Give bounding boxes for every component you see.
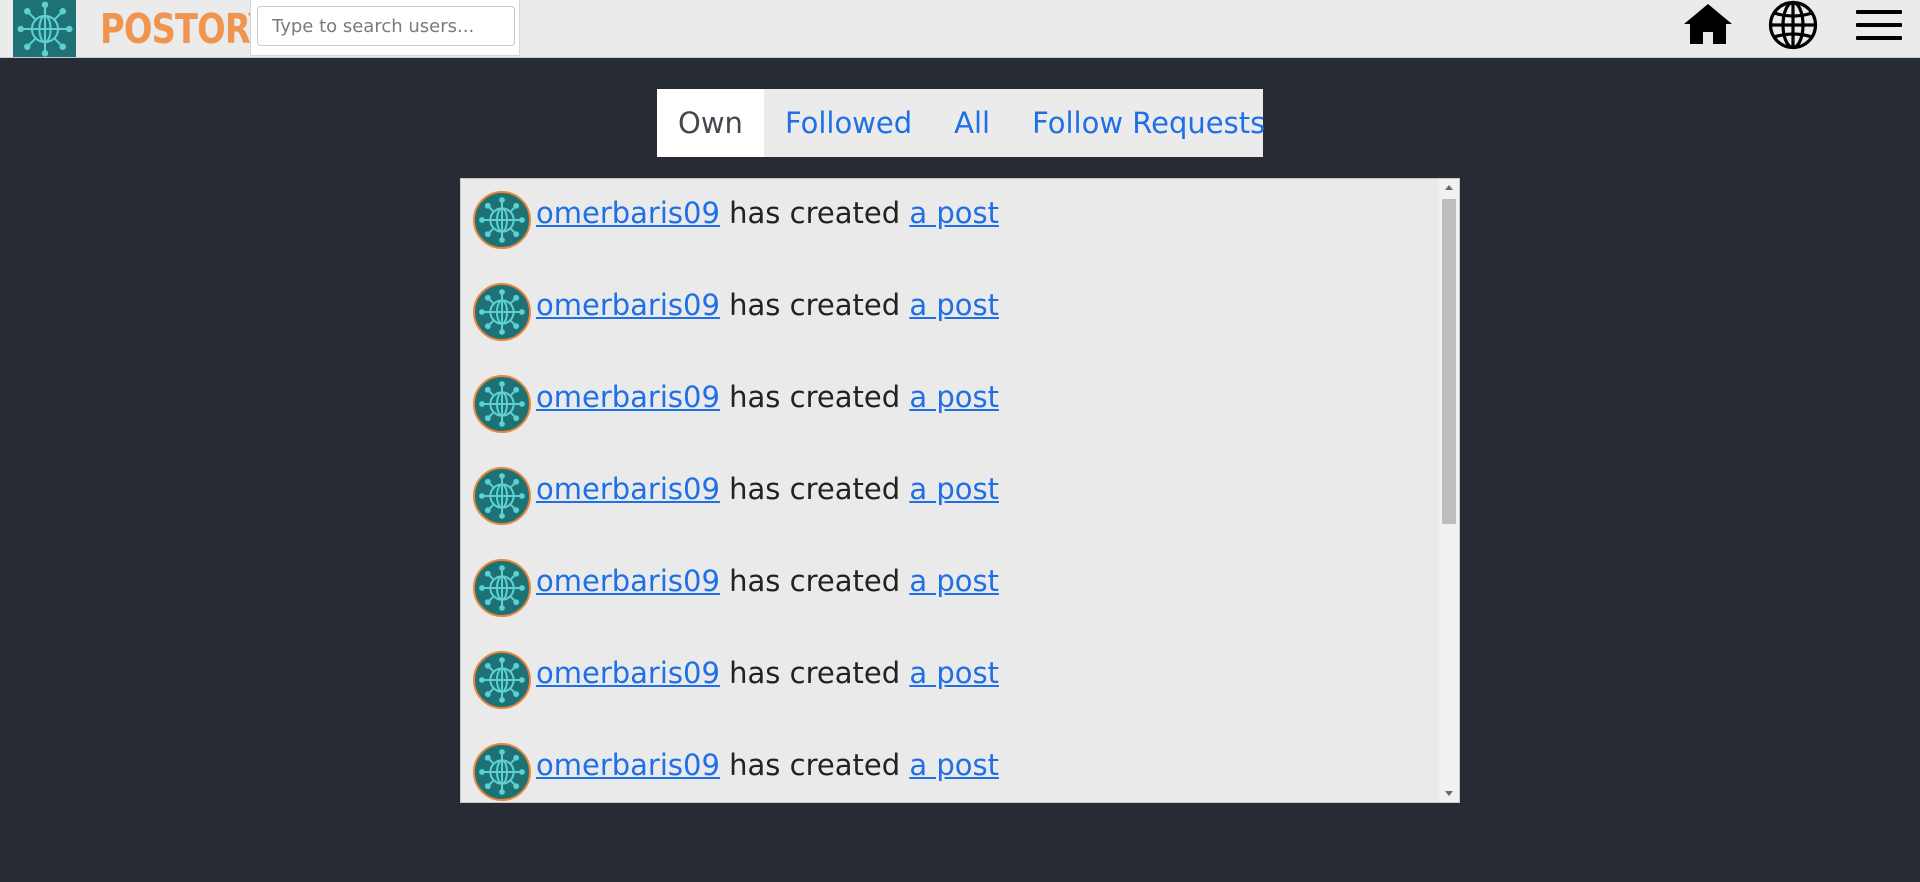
home-icon[interactable] [1680,0,1736,50]
feed-scrollbar[interactable] [1439,179,1459,802]
top-navbar: POSTORY [0,0,1920,58]
feed-item: omerbaris09 has created a post [461,639,1440,731]
tab-follow-requests[interactable]: Follow Requests [1011,89,1286,157]
action-text: has created [729,380,901,414]
post-link[interactable]: a post [909,748,999,782]
activity-feed: omerbaris09 has created a post omerbaris0… [460,178,1460,803]
username-link[interactable]: omerbaris09 [536,748,720,782]
username-link[interactable]: omerbaris09 [536,472,720,506]
tab-all[interactable]: All [933,89,1011,157]
avatar[interactable] [473,283,531,341]
action-text: has created [729,196,901,230]
feed-item-text: omerbaris09 has created a post [536,653,999,693]
username-link[interactable]: omerbaris09 [536,656,720,690]
menu-icon[interactable] [1852,0,1908,50]
feed-tabs: Own Followed All Follow Requests [657,89,1265,157]
post-link[interactable]: a post [909,472,999,506]
feed-list: omerbaris09 has created a post omerbaris0… [461,179,1440,802]
username-link[interactable]: omerbaris09 [536,380,720,414]
brand-name[interactable]: POSTORY [100,2,272,56]
feed-item: omerbaris09 has created a post [461,455,1440,547]
feed-item: omerbaris09 has created a post [461,271,1440,363]
action-text: has created [729,288,901,322]
feed-item-text: omerbaris09 has created a post [536,285,999,325]
avatar[interactable] [473,651,531,709]
feed-item-text: omerbaris09 has created a post [536,193,999,233]
post-link[interactable]: a post [909,288,999,322]
username-link[interactable]: omerbaris09 [536,196,720,230]
logo-icon[interactable] [13,0,76,57]
avatar[interactable] [473,467,531,525]
post-link[interactable]: a post [909,564,999,598]
action-text: has created [729,656,901,690]
action-text: has created [729,748,901,782]
avatar[interactable] [473,559,531,617]
feed-item-text: omerbaris09 has created a post [536,561,999,601]
scroll-down-arrow-icon[interactable] [1439,784,1459,802]
post-link[interactable]: a post [909,380,999,414]
avatar[interactable] [473,743,531,801]
avatar[interactable] [473,375,531,433]
feed-item-text: omerbaris09 has created a post [536,745,999,785]
scroll-up-arrow-icon[interactable] [1439,179,1459,197]
feed-item-text: omerbaris09 has created a post [536,469,999,509]
tab-followed[interactable]: Followed [764,89,933,157]
search-input[interactable] [257,6,515,46]
search-container [250,0,520,56]
feed-item: omerbaris09 has created a post [461,363,1440,455]
post-link[interactable]: a post [909,656,999,690]
action-text: has created [729,472,901,506]
avatar[interactable] [473,191,531,249]
feed-item: omerbaris09 has created a post [461,179,1440,271]
post-link[interactable]: a post [909,196,999,230]
tab-own[interactable]: Own [657,89,764,157]
action-text: has created [729,564,901,598]
scrollbar-thumb[interactable] [1442,199,1456,524]
feed-item: omerbaris09 has created a post [461,547,1440,639]
feed-item-text: omerbaris09 has created a post [536,377,999,417]
username-link[interactable]: omerbaris09 [536,288,720,322]
feed-item: omerbaris09 has created a post [461,731,1440,802]
username-link[interactable]: omerbaris09 [536,564,720,598]
globe-icon[interactable] [1765,0,1821,50]
